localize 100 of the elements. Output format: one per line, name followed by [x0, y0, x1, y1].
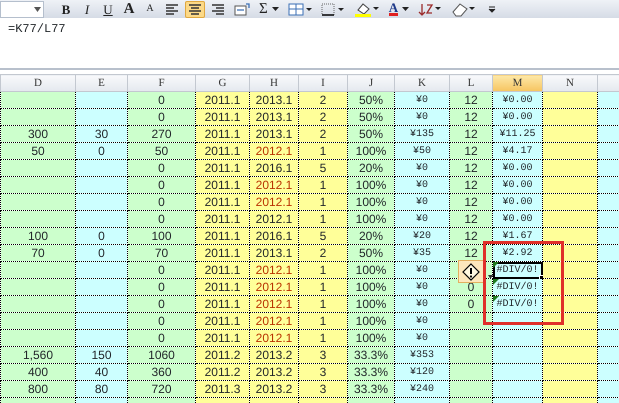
table-cell: 20% — [348, 228, 394, 244]
table-cell: 12 — [450, 176, 492, 194]
table-cell: 2016.1 — [250, 160, 298, 176]
table-cell — [542, 346, 598, 364]
table-cell: ¥120 — [394, 364, 450, 380]
table-cell: #DIV/0! — [492, 278, 542, 296]
table-cell: 100% — [348, 330, 394, 346]
table-cell: 0 — [76, 228, 128, 244]
table-cell: 100% — [348, 194, 394, 210]
table-cell: 2011.1 — [196, 126, 250, 142]
font-shrink-button[interactable]: A — [141, 0, 159, 18]
table-cell: 2011.1 — [196, 160, 250, 176]
column-header[interactable]: F — [128, 74, 196, 92]
italic-button[interactable]: I — [78, 0, 96, 18]
column-header[interactable]: N — [542, 74, 598, 92]
table-cell: 2011.1 — [196, 92, 250, 108]
column-header[interactable]: I — [298, 74, 348, 92]
error-check-button[interactable] — [458, 260, 484, 283]
table-cell: ¥50 — [394, 142, 450, 160]
align-center-icon — [188, 3, 202, 15]
table-cell: 2011.1 — [196, 296, 250, 312]
table-cell: 2 — [298, 108, 348, 126]
column-header[interactable]: D — [0, 74, 76, 92]
table-cell: ¥0 — [394, 296, 450, 312]
eraser-icon — [451, 2, 478, 16]
insert-cells-icon — [288, 2, 312, 16]
table-cell: 100% — [348, 210, 394, 228]
table-cell: 2013.1 — [250, 244, 298, 262]
column-header[interactable]: M — [492, 74, 542, 92]
table-cell: 33.3% — [348, 364, 394, 380]
table-cell: ¥0.00 — [492, 92, 542, 108]
table-cell: 50% — [348, 244, 394, 262]
table-cell: 0 — [128, 176, 196, 194]
align-center-button[interactable] — [185, 0, 205, 18]
table-cell: 50% — [348, 92, 394, 108]
table-cell: ¥0 — [394, 278, 450, 296]
table-cell: 1060 — [128, 346, 196, 364]
table-cell — [76, 330, 128, 346]
table-cell — [598, 210, 619, 228]
table-cell: 1 — [298, 210, 348, 228]
table-cell: 0 — [128, 296, 196, 312]
table-cell: ¥240 — [394, 380, 450, 398]
dropdown-icon — [34, 6, 41, 12]
table-cell: ¥135 — [394, 126, 450, 142]
table-cell: ¥0 — [394, 92, 450, 108]
table-cell: 3 — [298, 346, 348, 364]
table-cell: 2012.1 — [250, 296, 298, 312]
dropdown-icon — [488, 5, 496, 13]
table-cell — [542, 142, 598, 160]
font-color-button[interactable]: A — [386, 0, 412, 18]
fill-color-icon — [354, 2, 380, 16]
table-cell: 3 — [298, 380, 348, 398]
table-cell — [598, 126, 619, 142]
table-cell: 0 — [128, 194, 196, 210]
table-cell: 100 — [0, 228, 76, 244]
selected-cell[interactable]: #DIV/0! — [492, 262, 542, 278]
autosum-button[interactable]: Σ — [256, 0, 282, 18]
table-cell: 40 — [76, 364, 128, 380]
table-cell: 2011.1 — [196, 228, 250, 244]
table-cell: 2011.1 — [196, 278, 250, 296]
table-cell: 50 — [128, 142, 196, 160]
bold-button[interactable]: B — [57, 0, 75, 18]
table-cell: 100% — [348, 278, 394, 296]
caret-icon — [402, 7, 410, 11]
table-cell — [598, 364, 619, 380]
name-box[interactable] — [0, 0, 44, 18]
column-header[interactable]: L — [450, 74, 492, 92]
table-cell: 2013.1 — [250, 108, 298, 126]
column-header[interactable]: J — [348, 74, 394, 92]
table-cell: 1,560 — [0, 346, 76, 364]
table-cell — [76, 312, 128, 330]
table-cell: 12 — [450, 194, 492, 210]
table-cell: 2012.1 — [250, 312, 298, 330]
table-cell — [542, 160, 598, 176]
column-header[interactable]: K — [394, 74, 450, 92]
table-cell — [598, 108, 619, 126]
column-header[interactable]: G — [196, 74, 250, 92]
table-cell — [542, 194, 598, 210]
table-cell: 2013.1 — [250, 92, 298, 108]
table-cell: 2011.1 — [196, 312, 250, 330]
table-cell: 2 — [298, 244, 348, 262]
underline-button[interactable]: U — [99, 0, 117, 18]
table-cell — [542, 278, 598, 296]
table-cell: 33.3% — [348, 380, 394, 398]
table-cell — [76, 210, 128, 228]
font-grow-button[interactable]: A — [120, 0, 138, 18]
table-cell — [598, 194, 619, 210]
table-cell: ¥0.00 — [492, 194, 542, 210]
table-cell: ¥0.00 — [492, 108, 542, 126]
table-cell: 2012.1 — [250, 330, 298, 346]
table-cell: 1 — [298, 278, 348, 296]
column-header[interactable]: H — [250, 74, 298, 92]
table-cell: 2012.1 — [250, 194, 298, 210]
column-header[interactable]: E — [76, 74, 128, 92]
table-cell: 12 — [450, 160, 492, 176]
table-cell: ¥35 — [394, 244, 450, 262]
table-cell: ¥0.00 — [492, 176, 542, 194]
table-cell: 2013.2 — [250, 380, 298, 398]
table-cell: 2011.1 — [196, 176, 250, 194]
table-cell: ¥0.00 — [492, 160, 542, 176]
